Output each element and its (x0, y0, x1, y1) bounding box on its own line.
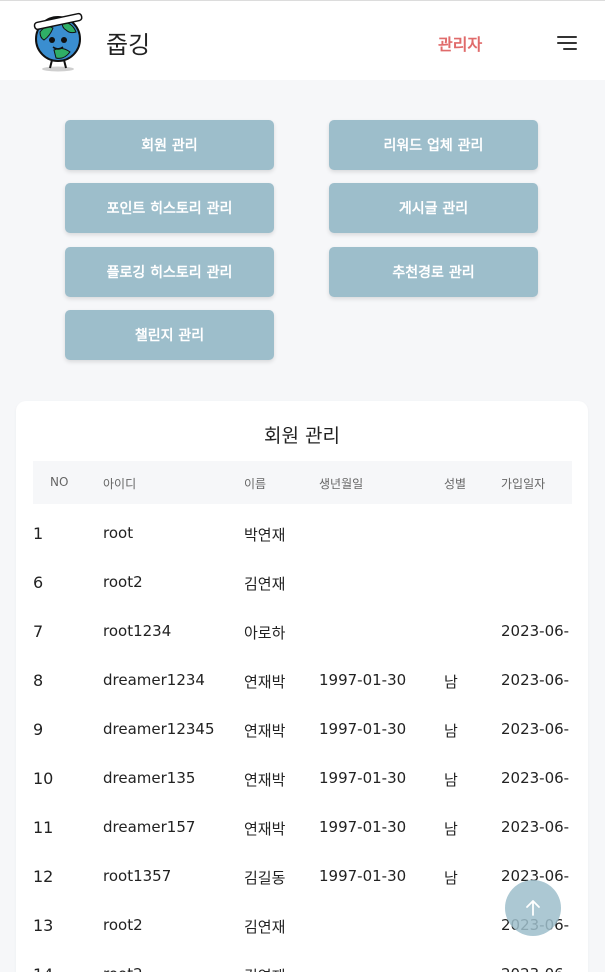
cell-name: 김연재 (244, 965, 285, 972)
cell-joined: 2023-06- (501, 671, 570, 689)
cell-name: 연재박 (244, 673, 286, 691)
table-header: NO 아이디 이름 생년월일 성별 가입일자 (33, 461, 572, 504)
cell-name: 연재박 (244, 722, 286, 740)
table-row[interactable]: 1 root 박연재 (16, 524, 588, 573)
recommended-route-management-button[interactable]: 추천경로 관리 (329, 247, 538, 297)
point-history-management-button[interactable]: 포인트 히스토리 관리 (65, 183, 274, 233)
table-row[interactable]: 12 root1357 김길동 1997-01-30 남 2023-06- (16, 867, 588, 916)
cell-no: 1 (33, 524, 44, 543)
cell-joined: 2023-06- (501, 622, 570, 640)
hamburger-menu-icon[interactable] (557, 36, 577, 50)
table-row[interactable]: 6 root2 김연재 (16, 573, 588, 622)
cell-gender: 남 (444, 722, 458, 740)
cell-no: 6 (33, 573, 44, 592)
member-table-card: 회원 관리 NO 아이디 이름 생년월일 성별 가입일자 1 root 박연재 6 ro… (16, 401, 588, 972)
column-header-joined: 가입일자 (501, 477, 546, 491)
cell-no: 10 (33, 769, 54, 788)
cell-no: 9 (33, 720, 44, 739)
cell-gender: 남 (444, 673, 458, 691)
cell-gender: 남 (444, 771, 458, 789)
table-row[interactable]: 11 dreamer157 연재박 1997-01-30 남 2023-06- (16, 818, 588, 867)
arrow-up-icon (526, 900, 540, 916)
cell-birthdate: 1997-01-30 (319, 818, 407, 836)
top-header: 줍깅 관리자 (0, 0, 605, 80)
earth-mascot-logo[interactable] (28, 10, 88, 72)
table-row[interactable]: 13root2김연재2023-06- (16, 916, 588, 965)
cell-name: 연재박 (244, 771, 286, 789)
column-header-no: NO (50, 475, 69, 489)
cell-gender: 남 (444, 869, 458, 887)
column-header-name: 이름 (244, 477, 267, 491)
cell-joined: 2023-06- (501, 720, 570, 738)
cell-no: 12 (33, 867, 54, 886)
cell-joined: 2023-06- (501, 769, 570, 787)
cell-id: root (103, 524, 134, 542)
cell-joined: 2023-06- (501, 818, 570, 836)
cell-no: 14 (33, 965, 53, 972)
cell-id: dreamer135 (103, 769, 196, 787)
cell-no: 13 (33, 916, 54, 935)
post-management-button[interactable]: 게시글 관리 (329, 183, 538, 233)
cell-name: 김연재 (244, 575, 286, 593)
cell-birthdate: 1997-01-30 (319, 720, 407, 738)
cell-id: root2 (103, 573, 143, 591)
app-title: 줍깅 (106, 31, 151, 59)
table-row[interactable]: 8 dreamer1234 연재박 1997-01-30 남 2023-06- (16, 671, 588, 720)
cell-name: 박연재 (244, 526, 286, 544)
cell-name: 김연재 (244, 918, 286, 936)
cell-birthdate: 1997-01-30 (319, 769, 407, 787)
cell-name: 연재박 (244, 820, 286, 838)
cell-joined: 2023-06- (501, 965, 569, 972)
cell-no: 8 (33, 671, 44, 690)
cell-id: dreamer157 (103, 818, 196, 836)
reward-vendor-management-button[interactable]: 리워드 업체 관리 (329, 120, 538, 170)
cell-birthdate: 1997-01-30 (319, 867, 407, 885)
member-management-button[interactable]: 회원 관리 (65, 120, 274, 170)
cell-name: 김길동 (244, 869, 286, 887)
cell-no: 7 (33, 622, 44, 641)
cell-id: root1234 (103, 622, 172, 640)
cell-name: 아로하 (244, 624, 286, 642)
cell-id: dreamer1234 (103, 671, 205, 689)
cell-id: dreamer12345 (103, 720, 215, 738)
table-row[interactable]: 14 root2 김연재 2023-06- (16, 965, 588, 972)
challenge-management-button[interactable]: 챌린지 관리 (65, 310, 274, 360)
cell-id: root1357 (103, 867, 172, 885)
cell-birthdate: 1997-01-30 (319, 671, 407, 689)
column-header-birthdate: 생년월일 (319, 477, 364, 491)
cell-id: root2 (103, 965, 143, 972)
column-header-gender: 성별 (444, 477, 467, 491)
cell-id: root2 (103, 916, 143, 934)
member-table-title: 회원 관리 (264, 425, 340, 447)
column-header-id: 아이디 (103, 477, 137, 491)
cell-no: 11 (33, 818, 54, 837)
scroll-to-top-button[interactable] (505, 880, 561, 936)
admin-link[interactable]: 관리자 (438, 31, 482, 55)
table-row[interactable]: 10 dreamer135 연재박 1997-01-30 남 2023-06- (16, 769, 588, 818)
table-row[interactable]: 9 dreamer12345 연재박 1997-01-30 남 2023-06- (16, 720, 588, 769)
table-row[interactable]: 7 root1234 아로하 2023-06- (16, 622, 588, 671)
plogging-history-management-button[interactable]: 플로깅 히스토리 관리 (65, 247, 274, 297)
cell-gender: 남 (444, 820, 458, 838)
